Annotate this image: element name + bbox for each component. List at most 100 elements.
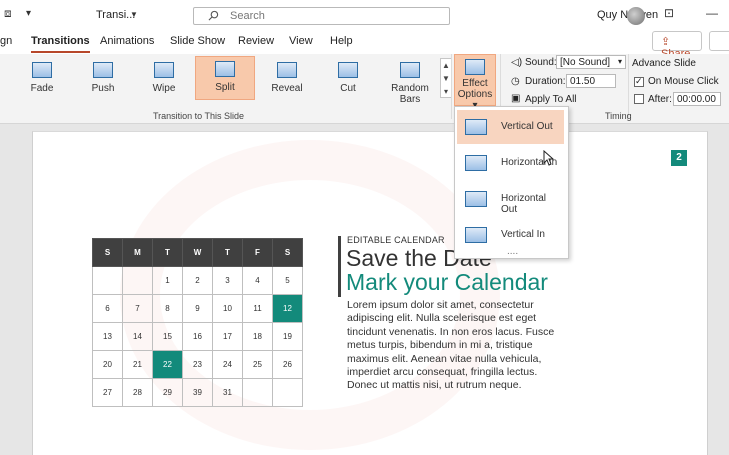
- mouse-cursor-icon: [543, 150, 555, 166]
- share-button[interactable]: ⇪ Share: [652, 31, 702, 60]
- sound-label: Sound:: [525, 57, 557, 68]
- calendar-date-cell[interactable]: 5: [272, 266, 303, 295]
- transition-split[interactable]: Split: [195, 56, 255, 100]
- calendar-date-cell[interactable]: 27: [92, 378, 123, 407]
- more-icon[interactable]: ▾: [441, 85, 451, 98]
- calendar-date-cell[interactable]: 28: [122, 378, 153, 407]
- ribbon-display-icon[interactable]: ⊡: [664, 6, 674, 20]
- chevron-down-icon[interactable]: ▼: [441, 72, 451, 85]
- calendar-date-cell[interactable]: 9: [182, 294, 213, 323]
- transition-push[interactable]: Push: [73, 58, 133, 100]
- search-box[interactable]: Search: [193, 7, 450, 25]
- minimize-icon[interactable]: —: [706, 6, 718, 20]
- calendar-date-cell[interactable]: [242, 378, 273, 407]
- effect-options-label-2: Options: [457, 89, 493, 100]
- calendar-date-cell[interactable]: 4: [242, 266, 273, 295]
- horizontal-in-icon: [465, 155, 487, 171]
- vertical-out-icon: [465, 119, 487, 135]
- quick-access-dropdown-icon[interactable]: ▾: [26, 8, 31, 19]
- transition-fade[interactable]: Fade: [12, 58, 72, 100]
- effect-label: Vertical Out: [501, 121, 553, 132]
- on-mouse-click-checkbox[interactable]: [634, 76, 644, 87]
- comments-button[interactable]: [709, 31, 729, 51]
- clock-icon: ◷: [511, 76, 520, 87]
- calendar-date-cell[interactable]: 19: [272, 322, 303, 351]
- wipe-icon: [154, 62, 174, 78]
- after-checkbox[interactable]: [634, 94, 644, 104]
- calendar-date-cell[interactable]: 12: [272, 294, 303, 323]
- calendar-day-header: S: [272, 238, 303, 267]
- calendar-date-cell[interactable]: 25: [242, 350, 273, 379]
- calendar-date-cell[interactable]: 6: [92, 294, 123, 323]
- calendar-date-cell[interactable]: 7: [122, 294, 153, 323]
- calendar-date-cell[interactable]: 17: [212, 322, 243, 351]
- calendar-date-cell[interactable]: 20: [92, 350, 123, 379]
- transition-label: Wipe: [152, 83, 176, 94]
- tab-animations[interactable]: Animations: [100, 35, 154, 47]
- effect-options-dropdown: Vertical Out Horizontal In Horizontal Ou…: [454, 106, 569, 259]
- duration-input[interactable]: 01.50: [566, 74, 616, 88]
- calendar-date-cell[interactable]: 15: [152, 322, 183, 351]
- calendar-date-cell[interactable]: 8: [152, 294, 183, 323]
- calendar-date-cell[interactable]: 21: [122, 350, 153, 379]
- group-label-transition: Transition to This Slide: [153, 111, 245, 121]
- calendar-date-cell[interactable]: 11: [242, 294, 273, 323]
- transition-wipe[interactable]: Wipe: [134, 58, 194, 100]
- calendar-date-cell[interactable]: 2: [182, 266, 213, 295]
- sound-select[interactable]: [No Sound] ▾: [556, 55, 626, 69]
- ribbon-divider: [628, 54, 629, 119]
- transition-label: Reveal: [271, 83, 303, 94]
- transition-label: Cut: [340, 83, 356, 94]
- tab-design[interactable]: gn: [0, 35, 12, 47]
- slide-subheading: Mark your Calendar: [346, 269, 548, 295]
- calendar-date-cell[interactable]: 39: [182, 378, 213, 407]
- calendar-date-cell[interactable]: 26: [272, 350, 303, 379]
- cut-icon: [338, 62, 358, 78]
- avatar[interactable]: [627, 7, 645, 25]
- calendar-date-cell[interactable]: 10: [212, 294, 243, 323]
- chevron-up-icon[interactable]: ▲: [441, 59, 451, 72]
- tab-transitions[interactable]: Transitions: [31, 35, 90, 53]
- calendar-date-cell[interactable]: 23: [182, 350, 213, 379]
- horizontal-out-icon: [465, 191, 487, 207]
- calendar-date-cell[interactable]: 1: [152, 266, 183, 295]
- tab-review[interactable]: Review: [238, 35, 274, 47]
- calendar-day-header: M: [122, 238, 153, 267]
- after-input[interactable]: 00:00.00: [673, 92, 721, 106]
- chevron-down-icon: ▾: [617, 57, 622, 66]
- duration-value: 01.50: [570, 76, 596, 87]
- calendar-date-cell[interactable]: 31: [212, 378, 243, 407]
- calendar-date-cell[interactable]: 14: [122, 322, 153, 351]
- calendar-date-cell[interactable]: 3: [212, 266, 243, 295]
- calendar-date-cell[interactable]: 29: [152, 378, 183, 407]
- calendar-week-row: 13 14 15 16 17 18 19: [92, 322, 303, 351]
- effect-vertical-out[interactable]: Vertical Out: [457, 110, 564, 144]
- eyebrow-label: EDITABLE CALENDAR: [347, 235, 445, 245]
- calendar-date-cell[interactable]: 13: [92, 322, 123, 351]
- tab-view[interactable]: View: [289, 35, 313, 47]
- effect-options-button[interactable]: Effect Options ▾: [454, 54, 496, 111]
- slideshow-app-icon[interactable]: ⧈: [4, 6, 12, 21]
- more-options: ....: [507, 246, 519, 257]
- calendar-date-cell[interactable]: 24: [212, 350, 243, 379]
- apply-to-all-button[interactable]: Apply To All: [525, 94, 577, 105]
- tab-help[interactable]: Help: [330, 35, 353, 47]
- calendar-date-cell[interactable]: 22: [152, 350, 183, 379]
- calendar-date-cell[interactable]: 18: [242, 322, 273, 351]
- calendar-date-cell[interactable]: [92, 266, 123, 295]
- effect-horizontal-out[interactable]: Horizontal Out: [457, 182, 564, 216]
- tab-slide-show[interactable]: Slide Show: [170, 35, 225, 47]
- share-icon: ⇪: [661, 36, 671, 48]
- calendar-date-cell[interactable]: 16: [182, 322, 213, 351]
- calendar-date-cell[interactable]: [272, 378, 303, 407]
- duration-label: Duration:: [525, 76, 566, 87]
- transition-reveal[interactable]: Reveal: [257, 58, 317, 100]
- sound-value: [No Sound]: [560, 57, 611, 68]
- title-dropdown-icon[interactable]: ▼: [130, 10, 138, 19]
- calendar-table[interactable]: SMTWTFS 1 2 3 4 5 6 7 8 9 10 11 12 13 14 15 16 17 18 19 20 2…: [92, 238, 303, 407]
- transition-random-bars[interactable]: Random Bars: [380, 58, 440, 105]
- calendar-week-row: 20 21 22 23 24 25 26: [92, 350, 303, 379]
- transition-cut[interactable]: Cut: [318, 58, 378, 100]
- calendar-date-cell[interactable]: [122, 266, 153, 295]
- transition-label: Split: [215, 82, 235, 93]
